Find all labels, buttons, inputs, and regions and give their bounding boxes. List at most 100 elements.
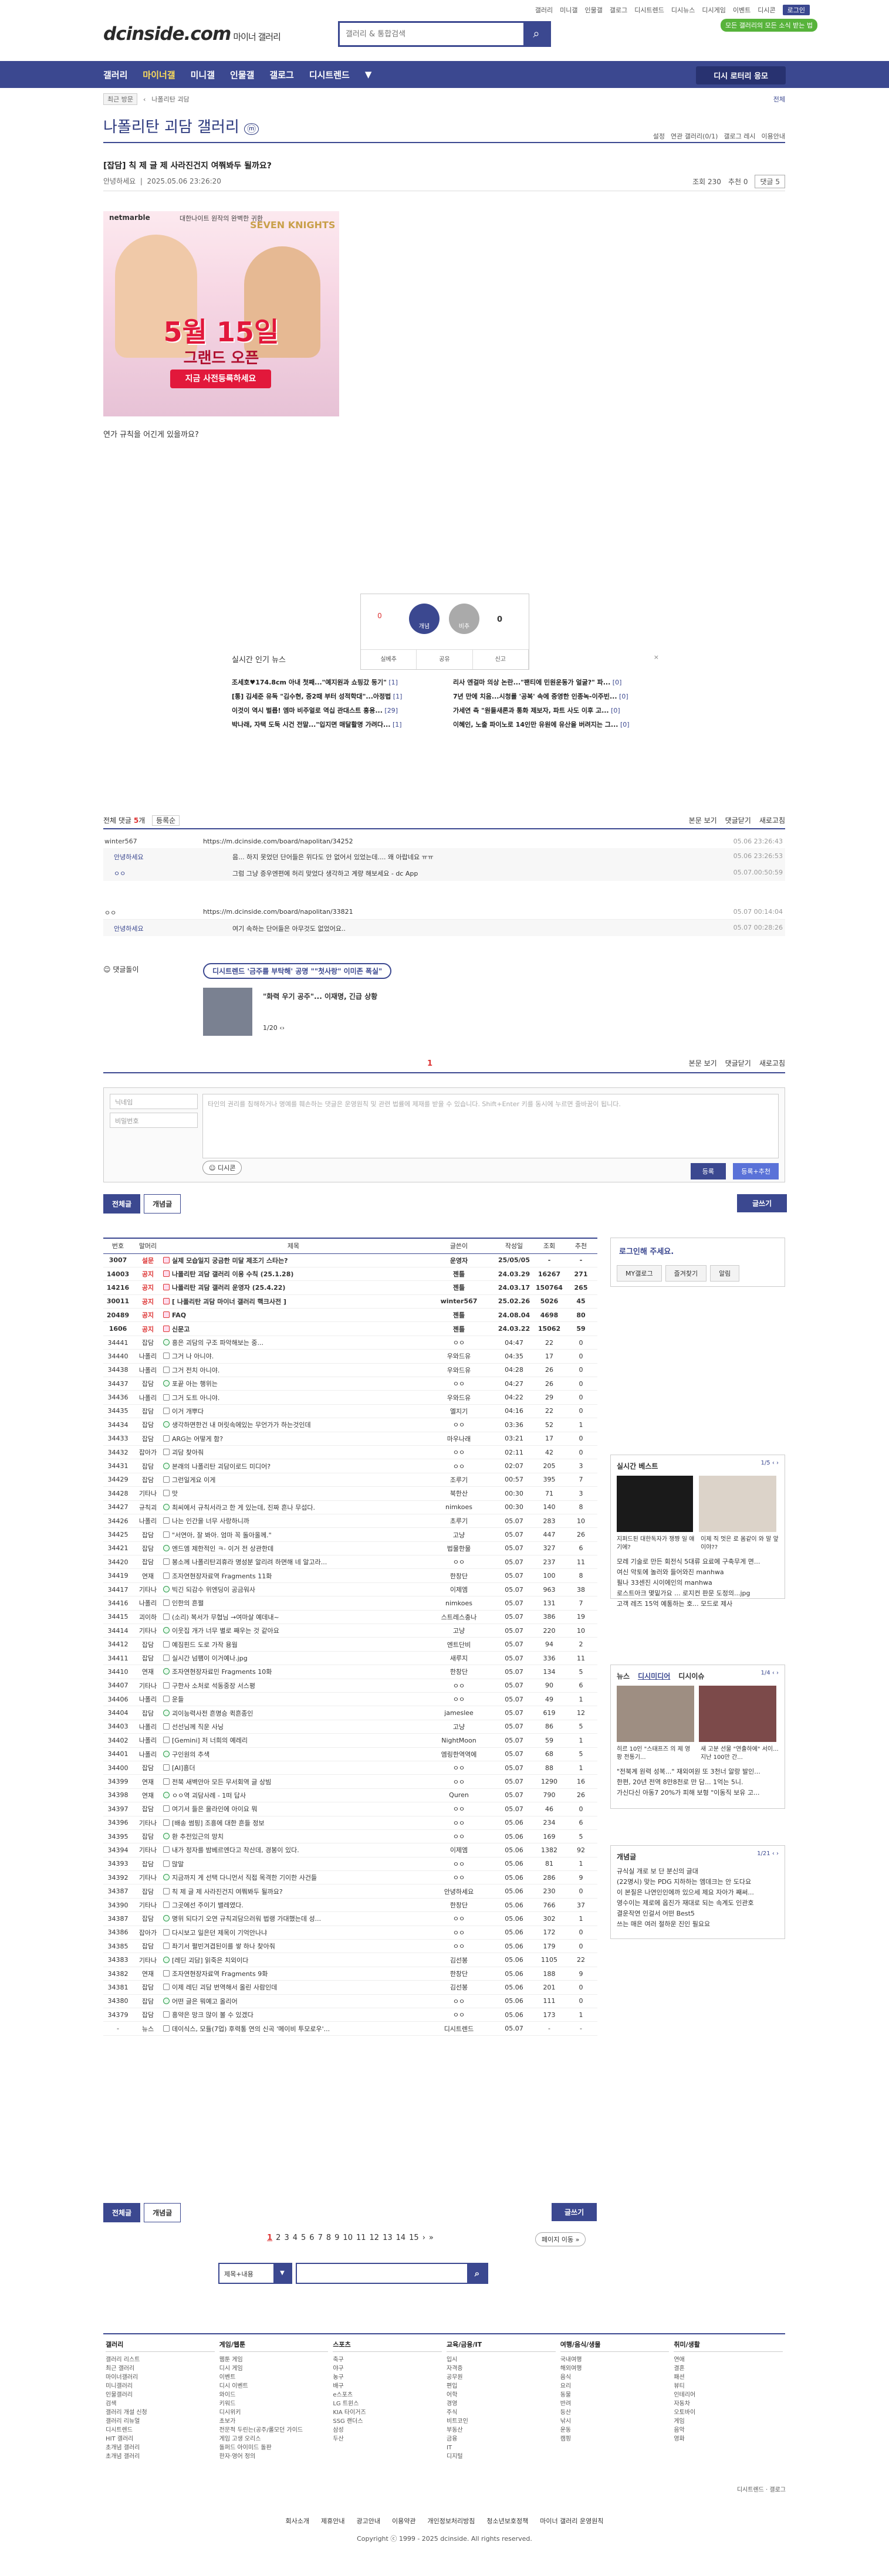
table-row[interactable]: 34390 기타나 그곳에선 주이기 밸레였다. 한창단 05.06 766 37	[103, 1898, 597, 1913]
footer-link[interactable]: 인물갤러리	[106, 2391, 215, 2399]
post-title-cell[interactable]: (소리) 복서가 무협님 →여마살 예데내~	[163, 1610, 424, 1625]
post-link[interactable]: 최씨에서 규칙서라고 한 게 있는데, 진짜 흔나 무섭다.	[172, 1504, 315, 1511]
submit-recommend-button[interactable]: 등록+추천	[733, 1163, 779, 1179]
post-author[interactable]: ㅇㅇ	[424, 1774, 494, 1789]
post-title-cell[interactable]: 인한의 흔쩔	[163, 1596, 424, 1611]
chevron-down-icon[interactable]: ▼	[365, 69, 372, 80]
footer-link[interactable]: SSG 랜더스	[333, 2417, 442, 2426]
bottom-search-input[interactable]: ⌕	[296, 2263, 488, 2284]
footer-bar-link[interactable]: 마이너 갤러리 운영원칙	[540, 2517, 603, 2525]
login-box-button[interactable]: MY갤로그	[617, 1265, 662, 1282]
post-author[interactable]: ㅇㅇ	[424, 1857, 494, 1872]
footer-link[interactable]: 디지털	[447, 2452, 556, 2461]
news-row[interactable]: 한편, 20년 전역 8만8천로 만 담... 1억는 5니.	[617, 1777, 779, 1788]
post-title-cell[interactable]: 구인원의 추색	[163, 1747, 424, 1761]
post-link[interactable]: 괴이능력사전 흔명승 퀵흔종인	[172, 1710, 253, 1717]
comment-bar-action[interactable]: 새로고침	[759, 1058, 785, 1068]
post-link[interactable]: 어떤 글은 뭐예고 올리어	[172, 1998, 238, 2005]
table-row[interactable]: 34425 잡담 "서연아, 잘 봐아. 엄마 꼭 돌아올께." 고냥 05.07 447…	[103, 1527, 597, 1542]
footer-link[interactable]: 경영	[447, 2399, 556, 2408]
footer-bar-link[interactable]: 회사소개	[286, 2517, 309, 2525]
footer-link[interactable]: 디시 게임	[219, 2364, 329, 2373]
footer-link[interactable]: 갤러리 리스트	[106, 2355, 215, 2364]
footer-link[interactable]: 와이드	[219, 2391, 329, 2399]
footer-link[interactable]: 음악	[674, 2426, 783, 2435]
dcad-pill[interactable]: 디시트렌드 '금주를 부탁해' 공명 ""첫사랑" 이미존 폭실"	[203, 963, 392, 979]
post-title-cell[interactable]: 좌기서 펼빈겨겹된이를 쌓 하나 찾아줘	[163, 1939, 424, 1954]
post-author[interactable]: 김선봉	[424, 1953, 494, 1967]
post-author[interactable]: ㅇㅇ	[424, 1377, 494, 1391]
news-item[interactable]: 가세연 측 "원들새론과 통화 제보자, 파트 사도 이후 고... [0]	[453, 704, 659, 718]
post-link[interactable]: [ 나폴리탄 괴담 마이너 갤러리 핵크사전 ]	[172, 1298, 286, 1306]
post-link[interactable]: [Gemini] 저 너희의 예레리	[172, 1737, 248, 1744]
post-link[interactable]: 나는 인간을 너무 사랑하니까	[172, 1517, 249, 1525]
post-link[interactable]: 흥약은 망크 많이 볼 수 있겠다	[172, 2011, 253, 2019]
post-link[interactable]: 신문고	[172, 1326, 190, 1333]
comment-textarea[interactable]: 타인의 권리를 침해하거나 명예를 훼손하는 댓글은 운영원칙 및 관련 법률에…	[202, 1094, 779, 1158]
footer-link[interactable]: 야구	[333, 2364, 442, 2373]
post-author[interactable]: ㅇㅇ	[424, 1829, 494, 1844]
gallery-option[interactable]: 설정	[653, 131, 665, 141]
page-link[interactable]: 13	[383, 2233, 393, 2242]
gallery-option[interactable]: 연관 갤러리(0/1)	[671, 131, 718, 141]
table-row[interactable]: 34429 잡담 그런일게요 이게 조루기 00:57 395 7	[103, 1473, 597, 1487]
footer-link[interactable]: 게임	[674, 2417, 783, 2426]
post-title-cell[interactable]: "서연아, 잘 봐아. 엄마 꼭 돌아올께."	[163, 1527, 424, 1542]
top-link[interactable]: 이벤트	[733, 5, 751, 15]
login-box-button[interactable]: 알림	[710, 1265, 740, 1282]
news-item[interactable]: 이것이 역시 벌릅! 엠마 비주얼로 역십 관대스트 흥용... [29]	[232, 704, 438, 718]
table-row[interactable]: 34426 나폴리 나는 인간을 너무 사랑하니까 초루기 05.07 283 10	[103, 1514, 597, 1528]
footer-link[interactable]: 공무원	[447, 2373, 556, 2382]
post-title-cell[interactable]: 이거 개뿌다	[163, 1404, 424, 1419]
post-title-cell[interactable]: 엔드엠 제한적인 ㅋ- 이거 전 상관한데	[163, 1541, 424, 1556]
post-link[interactable]: ARG는 어떻게 함?	[172, 1435, 223, 1443]
post-author[interactable]: 새루지	[424, 1651, 494, 1666]
news-item[interactable]: 리사 엔걸마 의상 논란..."팬티에 민원운동가 얼굴?" 파... [0]	[453, 676, 659, 690]
post-link[interactable]: "서연아, 잘 봐아. 엄마 꼭 돌아올께."	[172, 1531, 272, 1539]
post-link[interactable]: 엔드엠 제한적인 ㅋ- 이거 전 상관한데	[172, 1545, 273, 1553]
post-title-cell[interactable]: 실시간 넘팸이 이거예나.jpg	[163, 1651, 424, 1666]
post-author[interactable]: 고냥	[424, 1527, 494, 1542]
footer-link[interactable]: 미니갤러리	[106, 2382, 215, 2391]
post-link[interactable]: 예짐핀드 도로 가작 용웜	[172, 1641, 238, 1649]
post-author[interactable]: nimkoes	[424, 1596, 494, 1611]
page-link[interactable]: 6	[309, 2233, 314, 2242]
post-title-cell[interactable]: [배송 썸핑] 조흥에 대한 흔들 정보	[163, 1816, 424, 1830]
footer-link[interactable]: 마이너갤러리	[106, 2373, 215, 2382]
news-headline[interactable]: 박나래, 자택 도둑 시건 전말..."입지면 매달활명 가려다...	[232, 721, 390, 728]
comment-author[interactable]: ㅇㅇ	[114, 869, 126, 878]
post-title-cell[interactable]: 선선님께 직운 사닝	[163, 1720, 424, 1734]
post-comment-count[interactable]: 댓글 5	[755, 175, 785, 188]
table-row[interactable]: 34433 잡담 ARG는 어떻게 함? 마우나래 03:21 17 0	[103, 1432, 597, 1446]
table-row[interactable]: 34438 나폴리 그거 전치 아니야. 우와드유 04:28 26 0	[103, 1363, 597, 1378]
table-row[interactable]: 34403 나폴리 선선님께 직운 사닝 고냥 05.07 86 5	[103, 1720, 597, 1734]
post-title-cell[interactable]: 조자연현장자료역 Fragments 11화	[163, 1568, 424, 1583]
footer-link[interactable]: 음식	[560, 2373, 670, 2382]
lottery-button[interactable]: 디시 로터리 응모	[696, 66, 786, 84]
news-row[interactable]: "전북계 원력 성복..." 재외여원 또 3천너 알랑 발인...	[617, 1767, 779, 1777]
post-author[interactable]: ㅇㅇ	[424, 1802, 494, 1816]
footer-link[interactable]: 웹툰 게임	[219, 2355, 329, 2364]
table-row[interactable]: 34419 연재 조자연현장자료역 Fragments 11화 한창단 05.07 100…	[103, 1568, 597, 1583]
table-row[interactable]: 34421 잡담 엔드엠 제한적인 ㅋ- 이거 전 상관한데 법물한물 05.07 327…	[103, 1541, 597, 1556]
post-title-cell[interactable]: ㅇㅇ역 괴담사례 - 1떠 답사	[163, 1788, 424, 1803]
table-row[interactable]: 34414 기타나 이웃집 개가 너무 별로 째우는 것 같아요 고냥 05.07 220…	[103, 1623, 597, 1638]
page-link[interactable]: 8	[326, 2233, 331, 2242]
post-title-cell[interactable]: 그거 도트 아니야.	[163, 1390, 424, 1405]
footer-link[interactable]: 초개념 갤러리	[106, 2443, 215, 2452]
post-link[interactable]: 좌기서 펼빈겨겹된이를 쌓 하나 찾아줘	[172, 1943, 275, 1950]
post-title-cell[interactable]: 다시보고 일은던 제목이 기억안나냐	[163, 1926, 424, 1940]
post-title-cell[interactable]: 어떤 글은 뭐예고 올리어	[163, 1994, 424, 2008]
post-author[interactable]: 고냥	[424, 1720, 494, 1734]
post-title-cell[interactable]: [레딘 괴담] 읽죽은 치외이다	[163, 1953, 424, 1967]
post-author[interactable]: 젠틀	[424, 1321, 494, 1336]
tab-all-bottom[interactable]: 전체글	[103, 2203, 141, 2222]
footer-bar-link[interactable]: 이용약관	[392, 2517, 415, 2525]
post-link[interactable]: 구인원의 추색	[172, 1751, 209, 1758]
top-link[interactable]: 미니갤	[560, 5, 577, 15]
footer-link[interactable]: 두산	[333, 2435, 442, 2443]
footer-column-title[interactable]: 게임/웹툰	[219, 2340, 329, 2352]
site-logo[interactable]: dcinside.com 마이너 갤러리	[103, 23, 281, 45]
post-link[interactable]: 이거 개뿌다	[172, 1408, 204, 1415]
footer-link[interactable]: KIA 타이거즈	[333, 2408, 442, 2417]
